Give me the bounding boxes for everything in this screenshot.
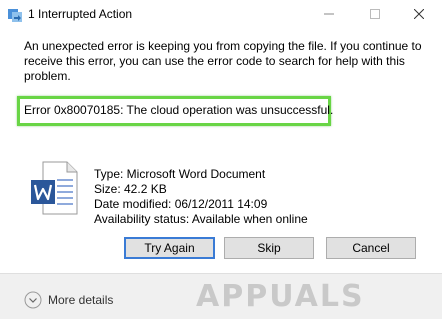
file-type: Type: Microsoft Word Document <box>94 167 266 181</box>
error-description: An unexpected error is keeping you from … <box>24 39 422 83</box>
error-code-message: Error 0x80070185: The cloud operation wa… <box>24 103 334 117</box>
word-document-icon <box>31 160 79 216</box>
chevron-down-icon[interactable] <box>24 291 42 309</box>
close-icon <box>413 8 425 22</box>
cancel-button[interactable]: Cancel <box>326 237 416 259</box>
close-button[interactable] <box>396 0 442 30</box>
window-title: 1 Interrupted Action <box>28 7 133 21</box>
minimize-button[interactable] <box>306 0 352 30</box>
maximize-button[interactable] <box>352 0 398 30</box>
file-details: Type: Microsoft Word Document Size: 42.2… <box>94 167 308 227</box>
try-again-button[interactable]: Try Again <box>124 237 215 259</box>
copy-icon <box>8 8 22 22</box>
file-size: Size: 42.2 KB <box>94 182 167 196</box>
more-details-link[interactable]: More details <box>48 293 113 307</box>
maximize-icon <box>370 8 380 22</box>
file-date-modified: Date modified: 06/12/2011 14:09 <box>94 197 268 211</box>
skip-button[interactable]: Skip <box>224 237 314 259</box>
file-availability: Availability status: Available when onli… <box>94 212 308 226</box>
minimize-icon <box>324 8 334 22</box>
title-bar: 1 Interrupted Action <box>0 0 442 30</box>
watermark-logo: APPUALS <box>196 279 365 314</box>
